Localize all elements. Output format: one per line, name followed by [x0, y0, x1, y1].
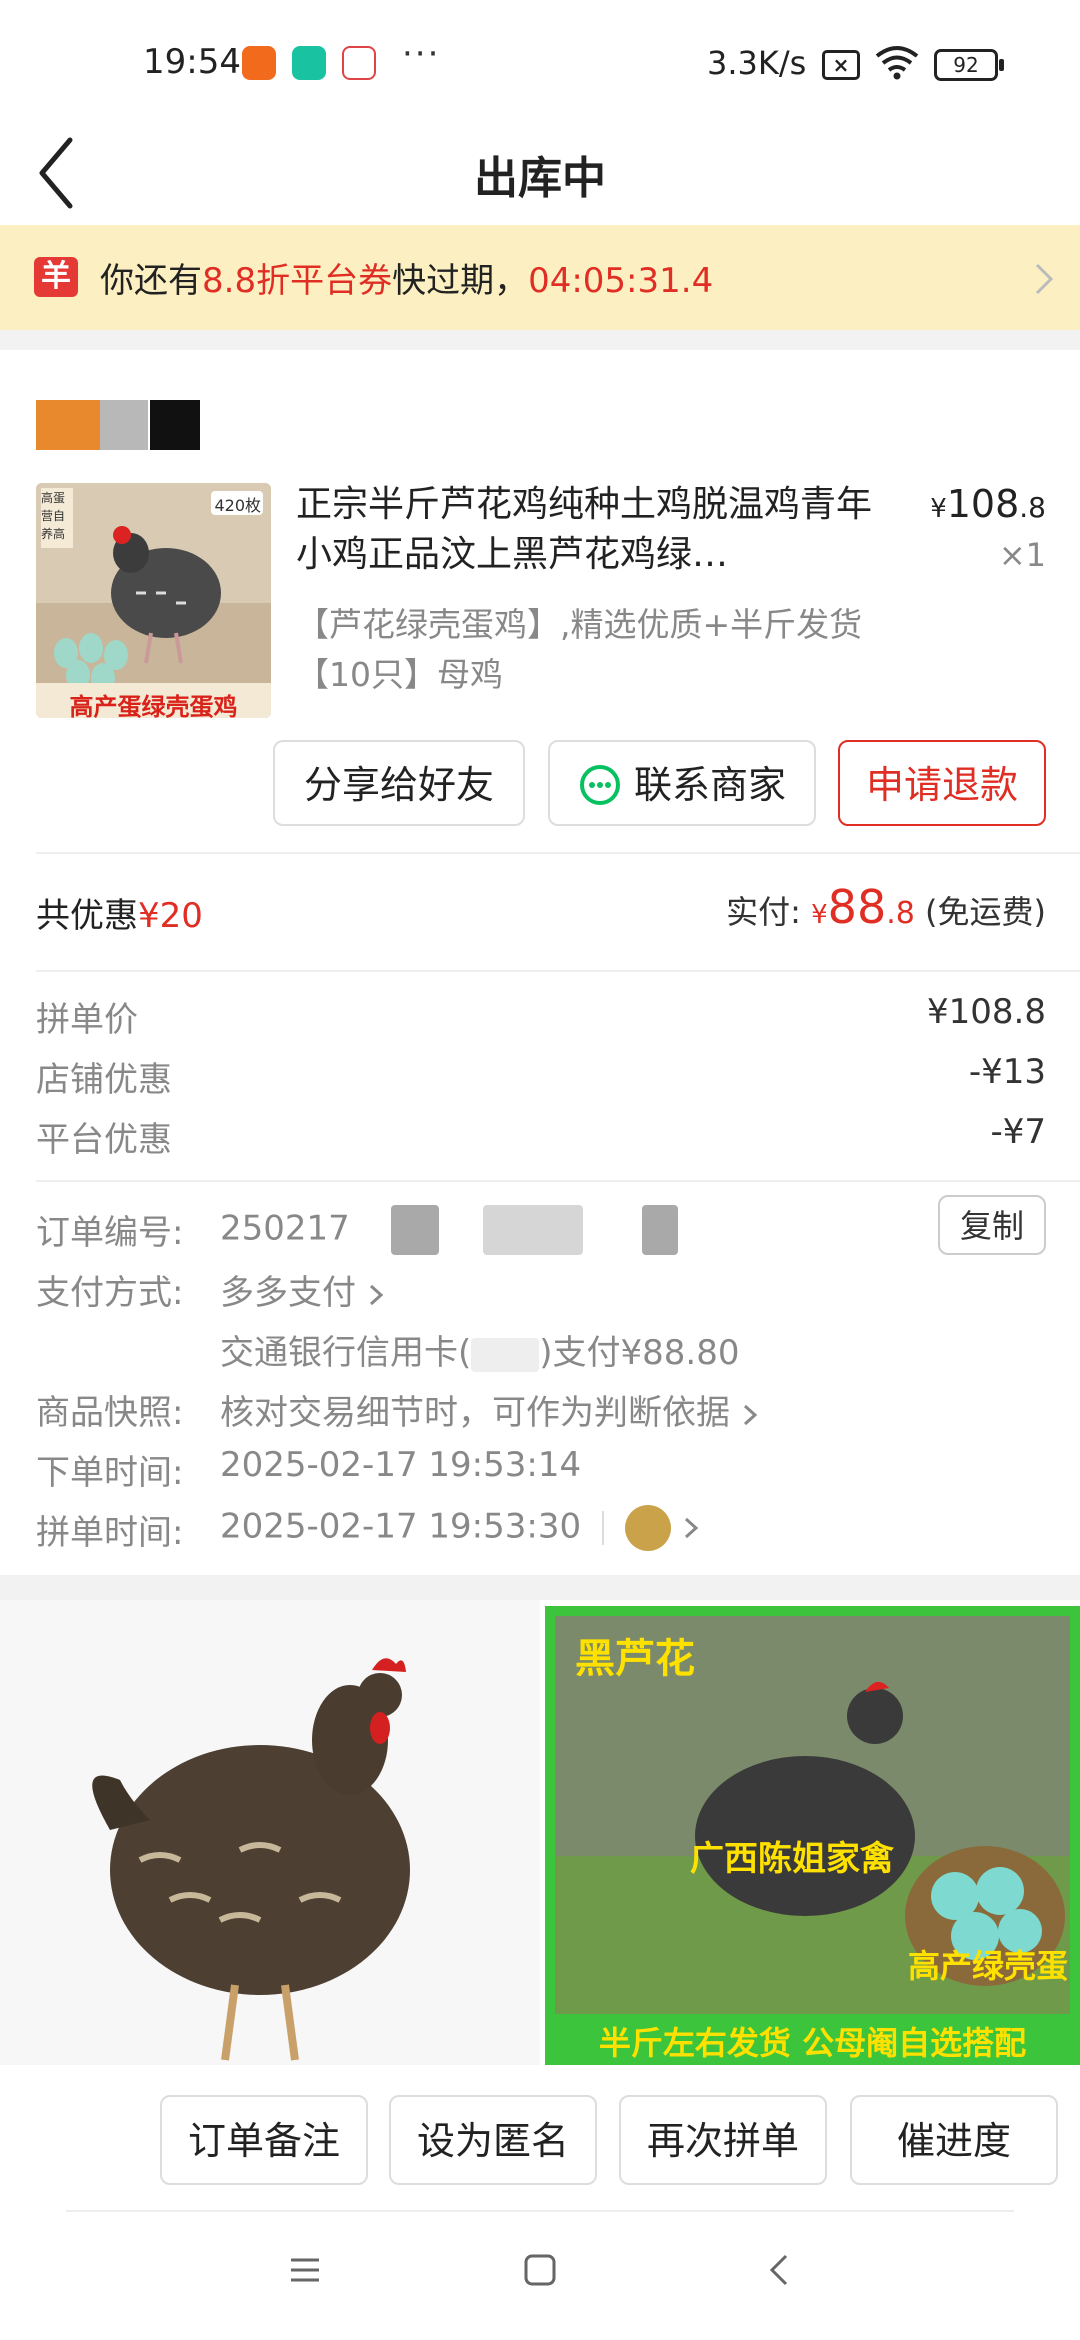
order-time-value: 2025-02-17 19:53:14: [220, 1445, 582, 1485]
group-time-label: 拼单时间:: [36, 1513, 184, 1553]
coupon-icon: 羊: [34, 257, 78, 297]
product-image-gallery: 黑芦花 广西陈姐家禽 高产绿壳蛋 半斤左右发货 公母阉自选搭配: [0, 1600, 1080, 2065]
snapshot-label: 商品快照:: [36, 1393, 184, 1433]
product-quantity: ×1: [998, 536, 1046, 574]
gallery-image-farm[interactable]: 黑芦花 广西陈姐家禽 高产绿壳蛋 半斤左右发货 公母阉自选搭配: [545, 1606, 1080, 2065]
more-notifications-icon: ···: [402, 34, 441, 74]
fee-label-group-price: 拼单价: [36, 1000, 138, 1040]
home-icon[interactable]: [520, 2250, 560, 2290]
fee-value-platform-discount: -¥7: [990, 1112, 1046, 1152]
chevron-right-icon: [1035, 263, 1054, 295]
contact-merchant-button[interactable]: 联系商家: [548, 740, 816, 826]
status-time: 19:54: [143, 42, 241, 82]
back-icon[interactable]: [760, 2250, 800, 2290]
chevron-right-icon: [743, 1404, 758, 1425]
coupon-text: 你还有8.8折平台券快过期，04:05:31.4: [100, 261, 714, 301]
urge-progress-button[interactable]: 催进度: [850, 2095, 1058, 2185]
app-notification-icon: [292, 46, 326, 80]
page-title: 出库中: [474, 153, 606, 204]
group-member-avatar: [624, 1505, 671, 1551]
divider: [36, 970, 1080, 972]
payment-detail: 交通银行信用卡()支付¥88.80: [220, 1333, 740, 1373]
fee-value-store-discount: -¥13: [968, 1052, 1046, 1092]
order-note-button[interactable]: 订单备注: [160, 2095, 368, 2185]
coupon-countdown: 04:05:31.4: [528, 261, 714, 301]
divider: [66, 2210, 1014, 2212]
group-time-row[interactable]: 2025-02-17 19:53:30: [220, 1505, 700, 1551]
fee-label-store-discount: 店铺优惠: [36, 1060, 172, 1100]
gallery-footer: 半斤左右发货 公母阉自选搭配: [598, 2024, 1027, 2062]
coupon-expiry-banner[interactable]: 羊 你还有8.8折平台券快过期，04:05:31.4: [0, 225, 1080, 330]
share-button[interactable]: 分享给好友: [273, 740, 525, 826]
reorder-button[interactable]: 再次拼单: [619, 2095, 827, 2185]
gallery-brand: 广西陈姐家禽: [690, 1839, 894, 1879]
order-number-value: 250217: [220, 1205, 679, 1255]
product-spec: 【芦花绿壳蛋鸡】,精选优质+半斤发货【10只】母鸡: [296, 605, 863, 694]
snapshot-link[interactable]: 核对交易细节时，可作为判断依据: [220, 1385, 759, 1434]
divider: [36, 1180, 1080, 1182]
network-speed: 3.3K/s: [707, 44, 807, 82]
product-title[interactable]: 正宗半斤芦花鸡纯种土鸡脱温鸡青年小鸡正品汶上黑芦花鸡绿…: [296, 480, 876, 580]
product-thumbnail[interactable]: 高产蛋绿壳蛋鸡 420枚 高蛋 营自 养高: [36, 483, 271, 718]
payment-method-value[interactable]: 多多支付: [220, 1265, 385, 1314]
app-notification-icon: [242, 46, 276, 80]
battery-icon: 92: [934, 49, 1004, 81]
bottom-action-bar: 订单备注 设为匿名 再次拼单 催进度: [0, 2065, 1080, 2340]
gallery-image-hen[interactable]: [0, 1600, 540, 2065]
gallery-subtitle: 高产绿壳蛋: [907, 1947, 1068, 1985]
product-image-caption: 高产蛋绿壳蛋鸡: [69, 692, 238, 718]
refund-button[interactable]: 申请退款: [838, 740, 1046, 826]
chevron-right-icon: [369, 1284, 384, 1305]
chat-icon: [579, 764, 620, 805]
product-image-badge: 420枚: [214, 496, 261, 515]
discount-summary: 共优惠¥20: [36, 896, 203, 936]
product-image-tag: 高蛋 营自 养高: [41, 491, 66, 541]
fee-label-platform-discount: 平台优惠: [36, 1120, 172, 1160]
copy-order-number-button[interactable]: 复制: [938, 1195, 1046, 1255]
app-notification-icon: [342, 46, 376, 80]
payment-method-label: 支付方式:: [36, 1273, 184, 1313]
order-number-label: 订单编号:: [36, 1213, 184, 1253]
coupon-highlight: 8.8折平台券: [202, 261, 393, 301]
order-time-label: 下单时间:: [36, 1453, 184, 1493]
gallery-title: 黑芦花: [575, 1635, 695, 1682]
set-anonymous-button[interactable]: 设为匿名: [389, 2095, 597, 2185]
menu-icon[interactable]: [285, 2250, 325, 2290]
data-off-icon: ×: [822, 50, 860, 80]
wifi-icon: [875, 46, 919, 80]
product-price: ¥108.8: [930, 482, 1046, 526]
divider: [36, 852, 1080, 854]
fee-value-group-price: ¥108.8: [927, 992, 1046, 1032]
amount-paid: 实付: ¥88.8 (免运费): [726, 880, 1046, 934]
status-bar: 19:54 ··· 3.3K/s × 92: [0, 0, 1080, 120]
top-navigation: 出库中: [0, 120, 1080, 225]
order-card: 高产蛋绿壳蛋鸡 420枚 高蛋 营自 养高 正宗半斤芦花鸡纯种土鸡脱温鸡青年小鸡…: [0, 350, 1080, 1575]
chevron-right-icon: [684, 1517, 698, 1539]
